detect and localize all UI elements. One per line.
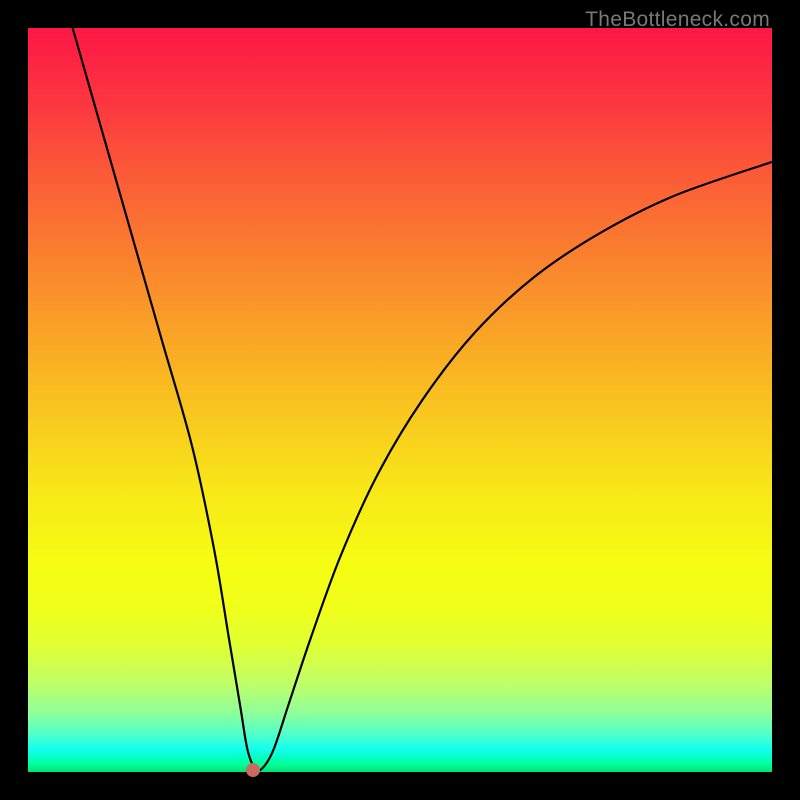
- watermark-text: TheBottleneck.com: [585, 8, 770, 32]
- bottleneck-curve: [28, 28, 772, 772]
- optimal-point-marker: [246, 763, 260, 777]
- chart-plot-area: [28, 28, 772, 772]
